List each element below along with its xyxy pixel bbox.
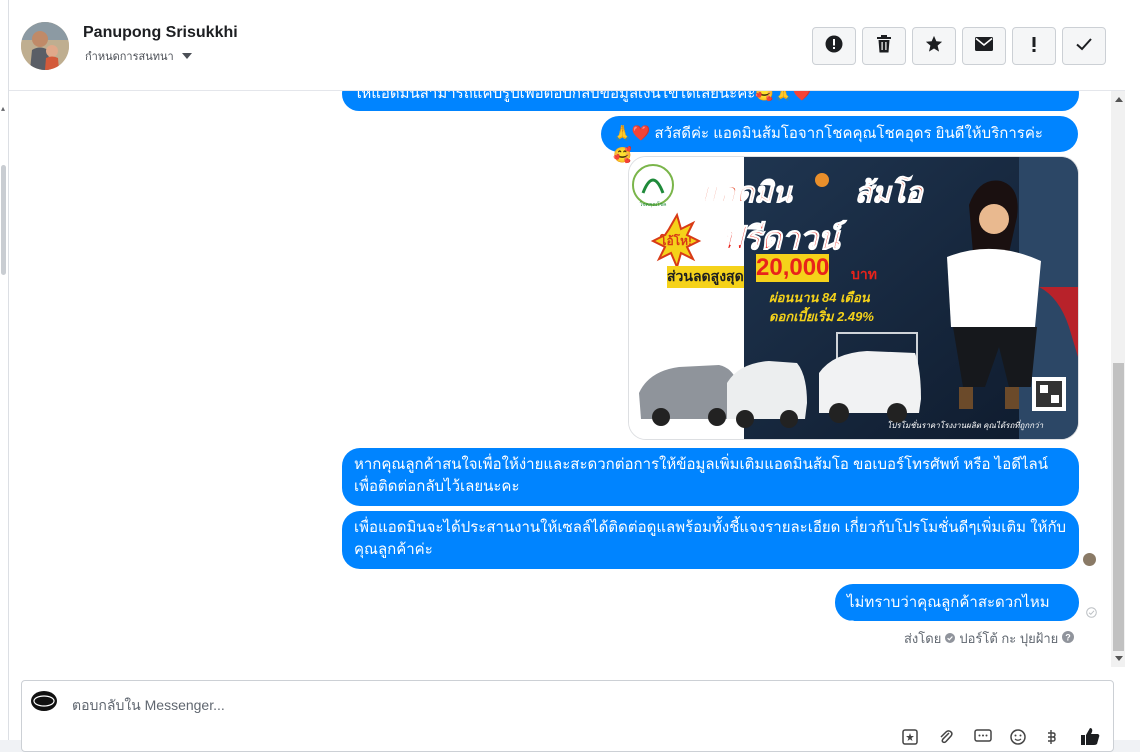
priority-button[interactable] — [1012, 27, 1056, 65]
exclamation-icon — [1031, 35, 1037, 58]
envelope-icon — [975, 36, 993, 56]
conversation-header: Panupong Srisukkhi กำหนดการสนทนา — [9, 0, 1126, 91]
promo-discount-amount: 20,000 — [756, 254, 830, 282]
thread-scrollbar-thumb[interactable] — [1113, 363, 1124, 651]
verified-icon — [945, 631, 956, 646]
delete-button[interactable] — [862, 27, 906, 65]
caret-down-icon — [181, 53, 192, 59]
promo-seal-text: โชคคุณโชค — [639, 202, 667, 208]
right-edge-gutter — [1125, 0, 1140, 740]
scroll-down-icon[interactable] — [1115, 656, 1123, 661]
promo-title-2: ส้มโอ — [854, 177, 923, 209]
header-actions — [812, 27, 1106, 65]
sent-by-line: ส่งโดย ปอร์โต้ กะ ปุยฝ้าย ? — [904, 628, 1075, 649]
left-scrollbar-thumb[interactable] — [1, 165, 6, 275]
mark-spam-button[interactable] — [812, 27, 856, 65]
contact-avatar[interactable] — [21, 22, 69, 70]
conversation-panel: Panupong Srisukkhi กำหนดการสนทนา ให้แอดม… — [8, 0, 1126, 752]
message-composer — [21, 680, 1114, 752]
message-text: เพื่อแอดมินจะได้ประสานงานให้เซลล์ได้ติดต… — [354, 519, 1067, 558]
promo-sticker: โอ้โห! — [660, 234, 693, 248]
message-thread: ให้แอดมินสามารถแคปรูปเพื่อตอบกลับข้อมูลเ… — [9, 91, 1109, 667]
page-avatar — [31, 691, 57, 711]
contact-name[interactable]: Panupong Srisukkhi — [83, 24, 238, 42]
promo-title-1: แอดมิน — [701, 177, 793, 209]
promo-installment: ผ่อนนาน 84 เดือน — [769, 290, 870, 305]
star-button[interactable] — [912, 27, 956, 65]
message-text: ให้แอดมินสามารถแคปรูปเพื่อตอบกลับข้อมูลเ… — [354, 91, 812, 102]
promo-image[interactable]: โชคคุณโชค แอดมิน ส้มโอ โอ้โห! ฟรีดาวน์ ส… — [628, 156, 1079, 440]
scroll-arrow-icon[interactable]: ▴ — [1, 104, 5, 113]
promo-interest: ดอกเบี้ยเริ่ม 2.49% — [769, 309, 874, 324]
message-bubble[interactable]: 🙏❤️ สวัสดีค่ะ แอดมินส้มโอจากโชคคุณโชคอุด… — [601, 116, 1078, 164]
sender-name[interactable]: ปอร์โต้ กะ ปุยฝ้าย — [959, 628, 1058, 649]
trash-icon — [876, 34, 892, 58]
message-bubble[interactable]: ไม่ทราบว่าคุณลูกค้าสะดวกไหมคะ — [835, 584, 1079, 633]
seen-avatar — [1083, 553, 1096, 566]
mark-done-button[interactable] — [1062, 27, 1106, 65]
message-bubble[interactable]: เพื่อแอดมินจะได้ประสานงานให้เซลล์ได้ติดต… — [342, 511, 1079, 569]
message-bubble[interactable]: ให้แอดมินสามารถแคปรูปเพื่อตอบกลับข้อมูลเ… — [342, 91, 1079, 111]
promo-footer-note: โปรโมชั่นราคาโรงงานผลิต คุณได้รถที่ถูกกว… — [887, 421, 1044, 430]
promo-discount-label: ส่วนลดสูงสุด — [667, 266, 744, 288]
thread-scrollbar[interactable] — [1111, 91, 1126, 667]
reply-input[interactable] — [70, 693, 974, 717]
message-text: หากคุณลูกค้าสนใจเพื่อให้ง่ายและสะดวกต่อก… — [354, 456, 1048, 495]
sent-by-label: ส่งโดย — [904, 631, 942, 646]
checkmark-icon — [1076, 37, 1092, 56]
mark-unread-button[interactable] — [962, 27, 1006, 65]
alert-circle-icon — [825, 35, 843, 58]
message-bubble[interactable]: หากคุณลูกค้าสนใจเพื่อให้ง่ายและสะดวกต่อก… — [342, 448, 1079, 506]
thumbs-up-icon[interactable] — [1080, 727, 1100, 750]
assign-label: กำหนดการสนทนา — [85, 51, 174, 63]
svg-text:?: ? — [1066, 632, 1072, 642]
star-icon — [925, 35, 943, 58]
assign-conversation-dropdown[interactable]: กำหนดการสนทนา — [85, 47, 192, 65]
scroll-up-icon[interactable] — [1115, 97, 1123, 102]
promo-currency: บาท — [851, 266, 877, 282]
help-icon[interactable]: ? — [1062, 631, 1075, 646]
sent-check-icon — [1086, 605, 1097, 623]
